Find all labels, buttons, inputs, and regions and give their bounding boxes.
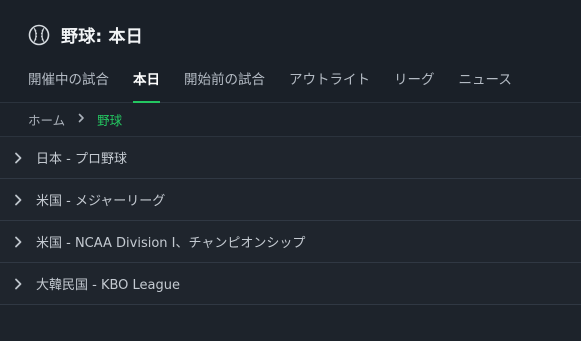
tab-upcoming[interactable]: 開始前の試合: [184, 68, 265, 103]
tab-leagues[interactable]: リーグ: [394, 68, 435, 103]
chevron-right-icon: [14, 278, 24, 290]
tab-bar: 開催中の試合 本日 開始前の試合 アウトライト リーグ ニュース: [28, 68, 536, 103]
tab-news[interactable]: ニュース: [459, 68, 512, 103]
page-title: 野球: 本日: [61, 27, 143, 47]
page: 野球: 本日 開催中の試合 本日 開始前の試合 アウトライト リーグ ニュース …: [0, 0, 581, 341]
tab-today[interactable]: 本日: [133, 68, 160, 103]
breadcrumb-current: 野球: [97, 113, 123, 128]
league-label: 大韓民国 - KBO League: [36, 278, 181, 293]
breadcrumb-home-link[interactable]: ホーム: [28, 110, 65, 129]
chevron-right-icon: [14, 152, 24, 164]
chevron-right-icon: [14, 194, 24, 206]
league-row-japan-npb[interactable]: 日本 - プロ野球: [0, 137, 581, 179]
league-label: 日本 - プロ野球: [36, 152, 127, 167]
league-row-usa-mlb[interactable]: 米国 - メジャーリーグ: [0, 179, 581, 221]
league-row-usa-ncaa[interactable]: 米国 - NCAA Division I、チャンピオンシップ: [0, 221, 581, 263]
chevron-right-icon: [78, 113, 85, 126]
tab-outrights[interactable]: アウトライト: [289, 68, 370, 103]
league-label: 米国 - メジャーリーグ: [36, 194, 166, 209]
league-list: 日本 - プロ野球 米国 - メジャーリーグ 米国 - NCAA Divisio…: [0, 137, 581, 305]
baseball-icon: [28, 24, 50, 46]
page-header: 野球: 本日 開催中の試合 本日 開始前の試合 アウトライト リーグ ニュース: [0, 0, 581, 103]
breadcrumb: ホーム 野球: [0, 103, 581, 137]
league-row-korea-kbo[interactable]: 大韓民国 - KBO League: [0, 263, 581, 305]
tab-live[interactable]: 開催中の試合: [28, 68, 109, 103]
title-row: 野球: 本日: [28, 22, 143, 47]
chevron-right-icon: [14, 236, 24, 248]
league-label: 米国 - NCAA Division I、チャンピオンシップ: [36, 236, 306, 251]
